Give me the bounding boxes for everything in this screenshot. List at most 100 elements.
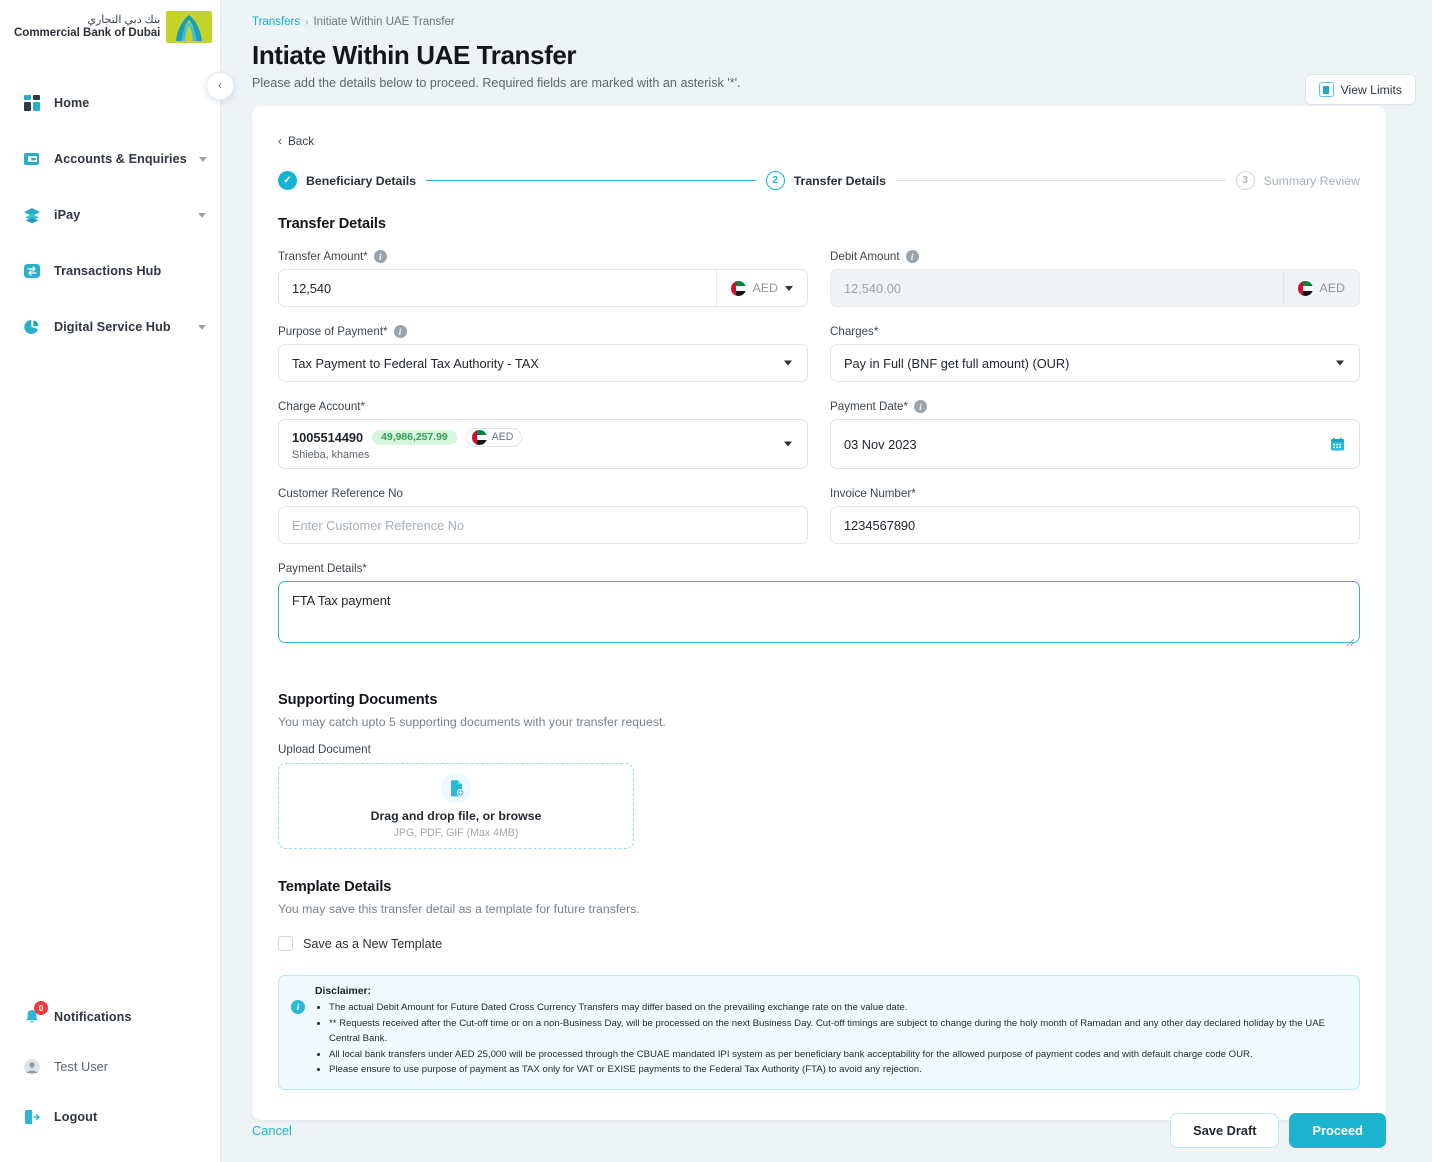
save-as-template-checkbox[interactable] <box>278 936 293 951</box>
field-label-text: Payment Details* <box>278 562 367 575</box>
info-icon[interactable]: i <box>905 250 919 263</box>
charges-value: Pay in Full (BNF get full amount) (OUR) <box>844 355 1070 371</box>
back-button[interactable]: ‹ Back <box>278 134 314 148</box>
page-subtitle: Please add the details below to proceed.… <box>252 76 741 90</box>
sidebar-item-label: Transactions Hub <box>54 264 162 278</box>
sidebar-item-logout[interactable]: Logout <box>0 1098 221 1136</box>
dropzone-hint-text: JPG, PDF, GIF (Max 4MB) <box>393 827 519 839</box>
charge-account-currency-pill: AED <box>465 427 523 447</box>
breadcrumb-parent[interactable]: Transfers <box>252 16 300 28</box>
label: Charge Account* <box>278 400 808 413</box>
chevron-down-icon[interactable] <box>198 156 207 162</box>
field-label-text: Purpose of Payment* <box>278 325 388 338</box>
sidebar-item-accounts-enquiries[interactable]: Accounts & Enquiries <box>0 140 220 178</box>
currency-code: AED <box>752 281 778 295</box>
proceed-button[interactable]: Proceed <box>1289 1112 1386 1148</box>
info-icon[interactable]: i <box>913 400 927 413</box>
step-label: Summary Review <box>1263 173 1360 188</box>
field-label-text: Customer Reference No <box>278 487 404 500</box>
save-as-template-row[interactable]: Save as a New Template <box>278 936 1360 951</box>
brand-name-english: Commercial Bank of Dubai <box>14 26 161 39</box>
sidebar-item-transactions-hub[interactable]: Transactions Hub <box>0 252 220 290</box>
chevron-left-icon: ‹ <box>278 134 282 148</box>
uae-flag-icon <box>471 429 487 445</box>
disclaimer-item: The actual Debit Amount for Future Dated… <box>329 1000 1345 1016</box>
back-label: Back <box>287 134 315 148</box>
invoice-number-value: 1234567890 <box>844 517 916 533</box>
field-debit-amount: Debit Amount i 12,540.00 AED <box>830 250 1360 307</box>
step-beneficiary-details[interactable]: ✓ Beneficiary Details <box>278 171 416 190</box>
info-icon[interactable]: i <box>393 325 407 338</box>
brand-logo-block[interactable]: بنك دبي التجاري Commercial Bank of Dubai <box>0 0 220 46</box>
notification-badge: 0 <box>34 1001 48 1015</box>
charges-select[interactable]: Pay in Full (BNF get full amount) (OUR) <box>830 344 1360 382</box>
sidebar-item-label: iPay <box>54 208 81 222</box>
file-dropzone[interactable]: Drag and drop file, or browse JPG, PDF, … <box>278 763 634 849</box>
field-transfer-amount: Transfer Amount* i 12,540 AED <box>278 250 808 307</box>
field-label-text: Invoice Number* <box>830 487 916 500</box>
dropzone-main-text: Drag and drop file, or browse <box>370 809 542 823</box>
uae-flag-icon <box>730 280 746 296</box>
label: Payment Date* i <box>830 400 1360 413</box>
field-payment-date: Payment Date* i 03 Nov 2023 <box>830 400 1360 469</box>
charge-account-number: 1005514490 <box>292 429 364 445</box>
step-3-number: 3 <box>1235 171 1255 190</box>
calendar-icon[interactable] <box>1330 437 1345 452</box>
field-label-text: Transfer Amount* <box>278 250 368 263</box>
debit-amount-value: 12,540.00 <box>844 280 901 296</box>
charge-account-select[interactable]: 1005514490 49,986,257.99 AED Shieba, kha… <box>278 419 808 469</box>
disclaimer-item: Please ensure to use purpose of payment … <box>329 1062 1345 1078</box>
chevron-down-icon[interactable] <box>198 212 206 218</box>
transfer-amount-input[interactable]: 12,540 AED <box>278 269 808 307</box>
customer-reference-input[interactable]: Enter Customer Reference No <box>278 506 808 544</box>
sidebar-item-ipay[interactable]: iPay <box>0 196 220 234</box>
step-summary-review: 3 Summary Review <box>1235 171 1360 190</box>
label: Purpose of Payment* i <box>278 325 808 338</box>
sidebar-item-notifications[interactable]: 0 Notifications <box>0 998 221 1036</box>
uae-flag-icon <box>1297 280 1313 296</box>
field-label-text: Charges* <box>830 325 879 338</box>
disclaimer-panel: i Disclaimer: The actual Debit Amount fo… <box>278 975 1360 1090</box>
purpose-of-payment-select[interactable]: Tax Payment to Federal Tax Authority - T… <box>278 344 808 382</box>
info-icon[interactable]: i <box>373 250 387 263</box>
sidebar-item-digital-service-hub[interactable]: Digital Service Hub <box>0 308 220 346</box>
label: Charges* <box>830 325 1360 338</box>
form-footer: Cancel Save Draft Proceed <box>221 1098 1432 1162</box>
cbd-logo-icon <box>166 11 213 43</box>
sidebar-bottom: 0 Notifications Test User Logout <box>0 998 221 1148</box>
chevron-left-icon: ‹ <box>218 80 222 92</box>
payment-details-wrap <box>278 581 1360 648</box>
currency-selector[interactable]: AED <box>715 270 807 306</box>
cancel-button[interactable]: Cancel <box>252 1123 292 1138</box>
supporting-documents-subtitle: You may catch upto 5 supporting document… <box>278 715 666 729</box>
step-transfer-details[interactable]: 2 Transfer Details <box>765 171 886 190</box>
invoice-number-input[interactable]: 1234567890 <box>830 506 1360 544</box>
step-label: Beneficiary Details <box>306 173 417 188</box>
transfer-form-card: ‹ Back ✓ Beneficiary Details 2 Transfer … <box>252 106 1386 1120</box>
sidebar-item-label: Logout <box>54 1110 98 1124</box>
sidebar-collapse-button[interactable]: ‹ <box>206 72 234 100</box>
disclaimer-title: Disclaimer: <box>315 986 372 997</box>
sidebar-item-home[interactable]: Home <box>0 84 220 122</box>
field-label-text: Payment Date* <box>830 400 908 413</box>
sidebar-item-label: Home <box>54 96 90 110</box>
field-invoice-number: Invoice Number* 1234567890 <box>830 487 1360 544</box>
label: Customer Reference No <box>278 487 808 500</box>
sidebar-item-user[interactable]: Test User <box>0 1048 221 1086</box>
payment-details-textarea[interactable] <box>278 581 1360 643</box>
info-icon: i <box>291 1000 305 1014</box>
sidebar: بنك دبي التجاري Commercial Bank of Dubai… <box>0 0 234 1162</box>
charge-account-balance: 49,986,257.99 <box>372 429 457 445</box>
stepper-connector-1 <box>426 179 756 182</box>
view-limits-button[interactable]: View Limits <box>1304 74 1416 105</box>
step-label: Transfer Details <box>793 173 886 188</box>
disclaimer-list: The actual Debit Amount for Future Dated… <box>315 1000 1345 1078</box>
save-draft-button[interactable]: Save Draft <box>1170 1112 1280 1148</box>
user-icon <box>22 1057 42 1077</box>
disclaimer-item: All local bank transfers under AED 25,00… <box>329 1047 1345 1063</box>
payment-date-input[interactable]: 03 Nov 2023 <box>830 419 1360 469</box>
layers-icon <box>22 205 42 225</box>
field-label-text: Debit Amount <box>830 250 900 263</box>
chevron-down-icon[interactable] <box>198 324 206 330</box>
chevron-down-icon <box>1336 360 1344 366</box>
